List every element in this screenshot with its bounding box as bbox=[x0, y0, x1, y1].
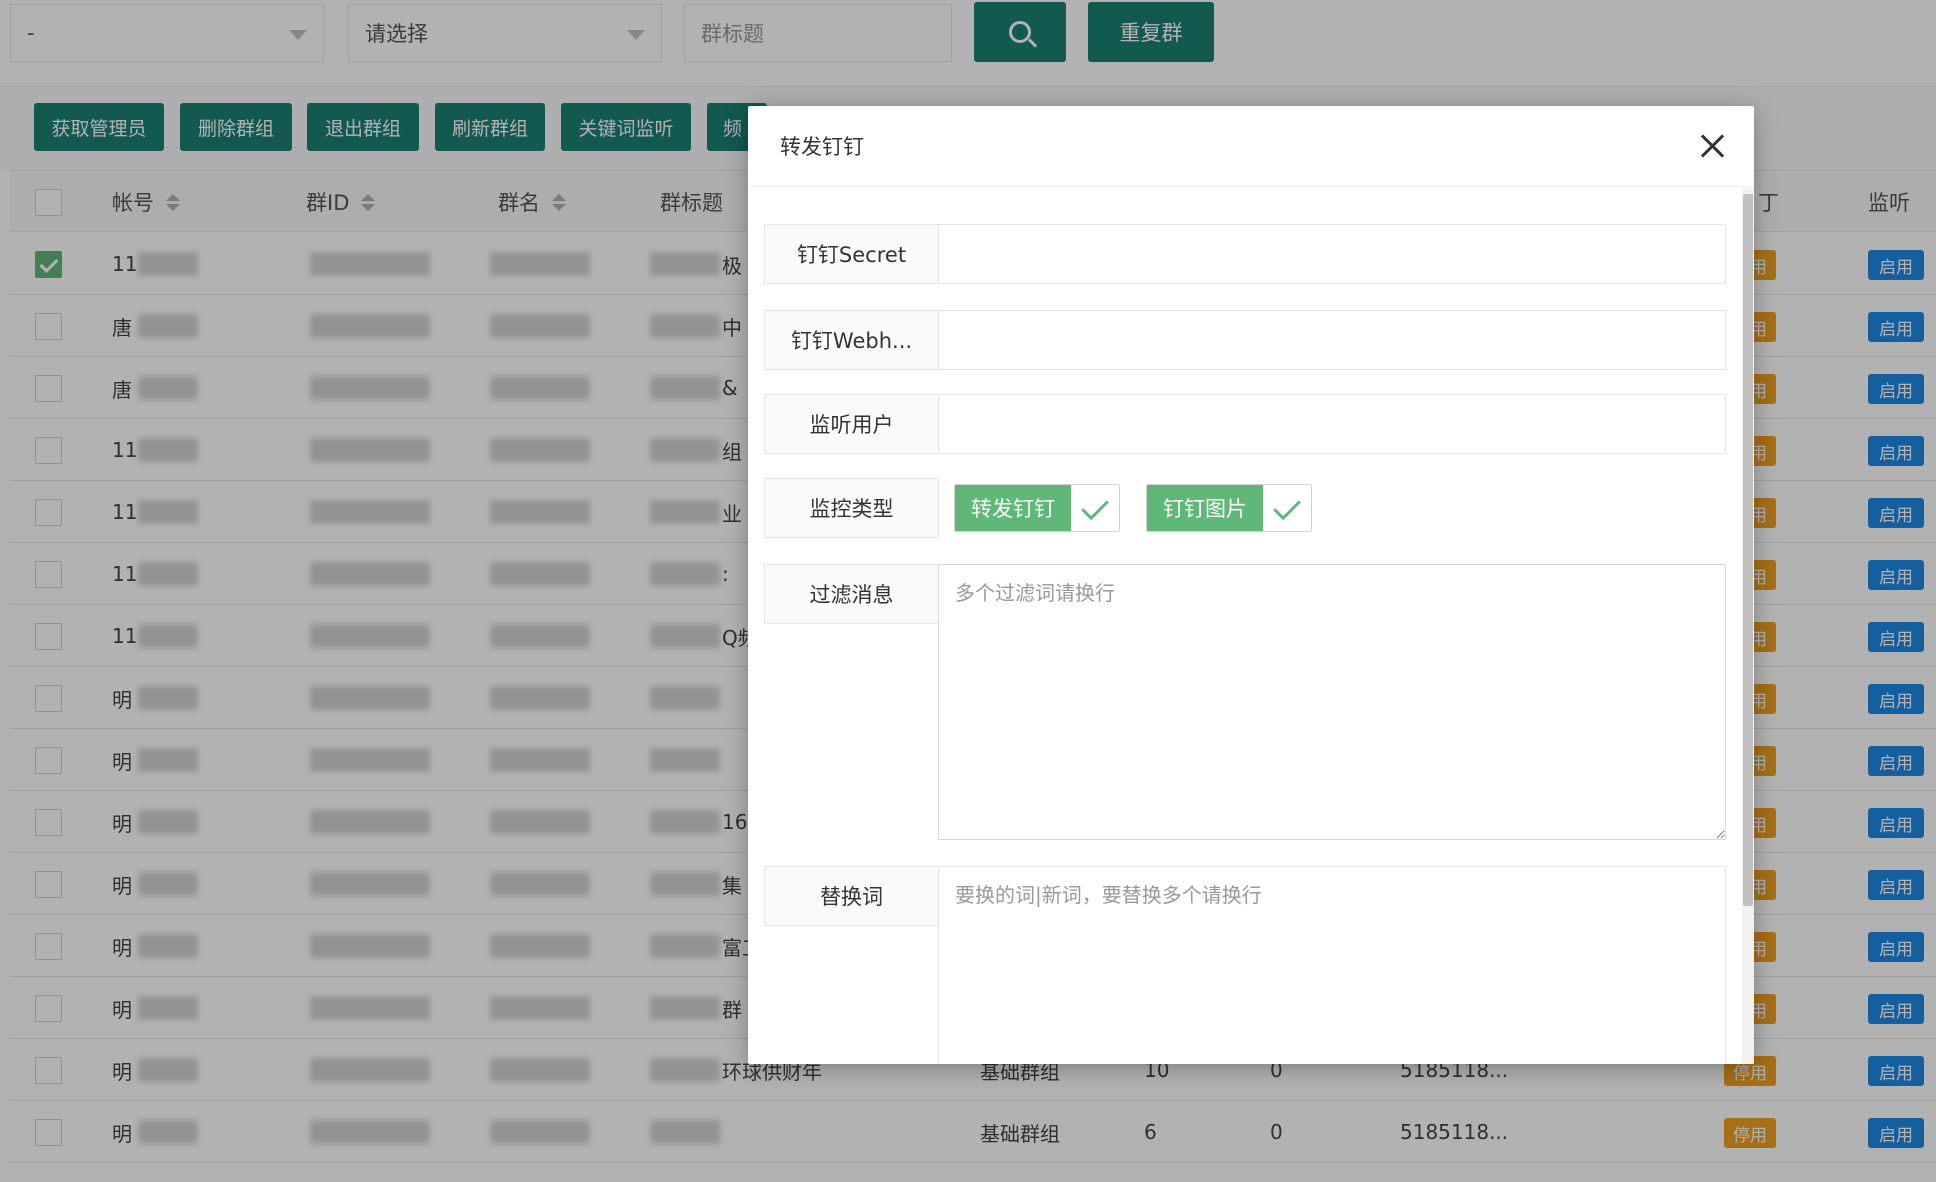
close-icon[interactable] bbox=[1698, 132, 1726, 160]
dialog-scrollbar[interactable] bbox=[1742, 188, 1754, 1064]
dialog-body: 钉钉Secret 钉钉Webh... 监听用户 监控类型 转发钉钉 钉钉图片 过… bbox=[748, 188, 1742, 1064]
secret-label: 钉钉Secret bbox=[764, 224, 939, 284]
webhook-input[interactable] bbox=[938, 310, 1726, 370]
scrollbar-thumb[interactable] bbox=[1743, 194, 1753, 906]
check-icon bbox=[1263, 485, 1311, 531]
replace-textarea[interactable] bbox=[938, 866, 1726, 1064]
field-replace: 替换词 bbox=[764, 866, 1726, 1064]
secret-input[interactable] bbox=[938, 224, 1726, 284]
webhook-label: 钉钉Webh... bbox=[764, 310, 939, 370]
checkbox-dingtalk-image[interactable]: 钉钉图片 bbox=[1146, 484, 1312, 532]
forward-dingtalk-dialog: 转发钉钉 钉钉Secret 钉钉Webh... 监听用户 监控类型 转发钉钉 钉… bbox=[748, 106, 1754, 1064]
monitor-type-label: 监控类型 bbox=[764, 478, 939, 538]
dialog-header: 转发钉钉 bbox=[748, 106, 1754, 187]
field-secret: 钉钉Secret bbox=[764, 224, 1726, 284]
replace-label: 替换词 bbox=[764, 866, 939, 926]
field-filter: 过滤消息 bbox=[764, 564, 1726, 842]
filter-textarea[interactable] bbox=[938, 564, 1726, 840]
check-icon bbox=[1071, 485, 1119, 531]
listen-user-label: 监听用户 bbox=[764, 394, 939, 454]
dialog-title: 转发钉钉 bbox=[780, 135, 864, 159]
filter-label: 过滤消息 bbox=[764, 564, 939, 624]
field-listen-user: 监听用户 bbox=[764, 394, 1726, 454]
listen-user-input[interactable] bbox=[938, 394, 1726, 454]
checkbox-forward-dingtalk[interactable]: 转发钉钉 bbox=[954, 484, 1120, 532]
field-webhook: 钉钉Webh... bbox=[764, 310, 1726, 370]
field-monitor-type: 监控类型 转发钉钉 钉钉图片 bbox=[764, 478, 1726, 538]
